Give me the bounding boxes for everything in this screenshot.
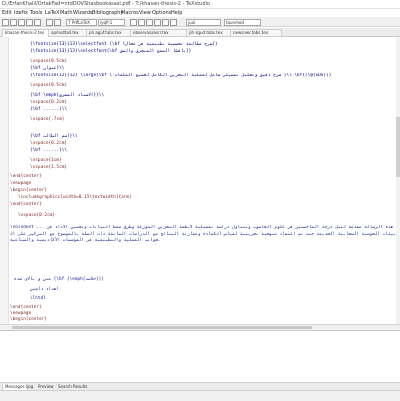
title-bar: D:/ErfanKhalil/OrtakFad=ntdDOVShasbookas… (0, 0, 400, 9)
code-line: \vspace{0.5cm} (30, 83, 68, 88)
menu-math[interactable]: Math (60, 10, 73, 16)
code-line: \vspace{1cm} (30, 158, 62, 163)
code-line: {\bf ......}\\ (30, 148, 68, 153)
code-editor[interactable]: {\fontsize{13}{13}\selectfont {\bf \شرح … (0, 37, 400, 324)
code-line: \begin{center} (10, 317, 48, 322)
code-line: \lhtdl (30, 296, 46, 301)
mode-select[interactable]: taunmod (224, 19, 261, 26)
code-line: \begin{center} (10, 188, 48, 193)
code-line: \end{center} (10, 174, 42, 179)
compile-icon[interactable] (46, 19, 53, 26)
code-line: {\fontsize{12}{12} \large{\bf \ شرح دقيق… (30, 73, 332, 78)
tab-ph-sgud-tabs[interactable]: ph sgud.tabs.tex (186, 29, 232, 37)
output-panel: Messages Log Preview Search Results (0, 330, 400, 391)
code-line: \end{center} (10, 202, 42, 207)
underline-icon[interactable] (146, 19, 153, 26)
italic-icon[interactable] (138, 19, 145, 26)
toolbar: 7 PdfLaTeX lyqP:1 jual taunmod (0, 17, 400, 27)
code-line: \vspace{0.5cm} (30, 59, 68, 64)
menu-idefix[interactable]: Idefix (14, 10, 28, 16)
code-line: {\bf ......}\\ (30, 107, 68, 112)
line-number-gutter (0, 37, 9, 324)
tab-observasaasrr[interactable]: observasaasrr.tex (130, 29, 188, 37)
scroll-thumb[interactable] (396, 117, 400, 177)
document-tabs: khasan-thesis-2.tex apmsdtad.tex ph aguf… (0, 28, 400, 37)
menu-tools[interactable]: Tools (30, 10, 42, 16)
align-right-icon[interactable] (170, 19, 177, 26)
code-line: \vspace{0.2cm} (30, 141, 68, 146)
menu-edit[interactable]: Edit (2, 10, 12, 16)
tab-newsnwr-tabs[interactable]: newsnwr.tabs.tex (230, 29, 282, 37)
tab-khasan-thesis[interactable]: khasan-thesis-2.tex (2, 29, 50, 37)
texstudio-window: D:/ErfanKhalil/OrtakFad=ntdDOVShasbookas… (0, 0, 400, 401)
vertical-scrollbar[interactable] (396, 37, 400, 324)
code-line: اهداء داشتن (30, 287, 60, 292)
align-center-icon[interactable] (162, 19, 169, 26)
align-left-icon[interactable] (154, 19, 161, 26)
menu-bar: Edit Idefix Tools LaTeX Math Wizards Bib… (0, 9, 400, 16)
redo-icon[interactable] (34, 19, 41, 26)
tab-ph-aguf-tabs[interactable]: ph aguf.tabs.tex (86, 29, 132, 37)
save-icon[interactable] (18, 19, 25, 26)
bold-icon[interactable] (130, 19, 137, 26)
tab-apmsdtad[interactable]: apmsdtad.tex (48, 29, 88, 37)
code-line: \newpage (10, 181, 32, 186)
undo-icon[interactable] (26, 19, 33, 26)
menu-view[interactable]: View (139, 10, 151, 16)
code-line: \newpage (10, 311, 32, 316)
code-line: {\fontsize{13}{13}\selectfont{\bf ناقصًا… (30, 49, 192, 54)
menu-bibliography[interactable]: Bibliography (92, 10, 123, 16)
new-file-icon[interactable] (2, 19, 9, 26)
code-line: \vspace{.7cm} (30, 117, 65, 122)
view-pdf-icon[interactable] (54, 19, 61, 26)
code-line: {\bf عنوان}\\ (30, 66, 65, 71)
code-line: \includegraphics[width=0.15\textwidth]{a… (18, 195, 132, 200)
build-select[interactable]: 7 PdfLaTeX (66, 19, 97, 26)
menu-macros[interactable]: Macros (121, 10, 139, 16)
menu-options[interactable]: Options (152, 10, 171, 16)
font-select[interactable]: lyqP:1 (98, 19, 125, 26)
window-title: D:/ErfanKhalil/OrtakFad=ntdDOVShasbookas… (2, 1, 210, 7)
code-line: متن و بالاي شده {\bf {\emph{خلاصه}}} (14, 277, 104, 282)
code-line: {\bf اسم الطالب}\\ (30, 134, 78, 139)
status-bar (0, 390, 400, 401)
code-line: \vspace{0.2cm} (30, 100, 68, 105)
code-line: {\bf \emph{الاستاذ المشرف}}\\ (30, 93, 105, 98)
code-line: {\fontsize{13}{13}\selectfont {\bf \شرح … (30, 42, 218, 47)
menu-help[interactable]: Help (171, 10, 182, 16)
scroll-thumb[interactable] (12, 326, 312, 329)
menu-wizards[interactable]: Wizards (73, 10, 93, 16)
zoom-select[interactable]: jual (186, 19, 221, 26)
code-line: \vspace{0.2cm} (18, 213, 56, 218)
abstract-paragraph: \noindent ... هذه الرسالة مقدمة لنيل درج… (10, 225, 396, 243)
code-line: \end{center} (10, 305, 42, 310)
menu-latex[interactable]: LaTeX (45, 10, 60, 16)
code-line: \vspace{1.5cm} (30, 165, 68, 170)
open-file-icon[interactable] (10, 19, 17, 26)
